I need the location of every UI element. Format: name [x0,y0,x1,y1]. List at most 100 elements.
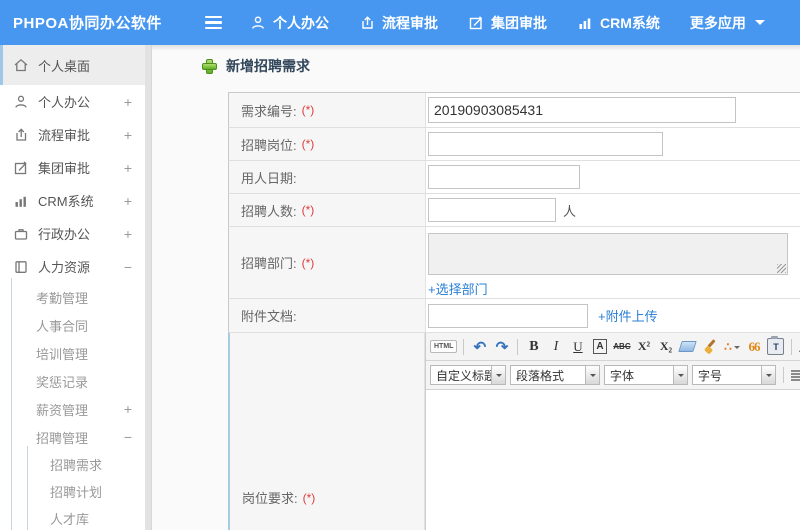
paragraph-format-select[interactable]: 段落格式 [510,365,600,385]
list-style-button[interactable]: ∴ [722,337,741,357]
nav-label: 更多应用 [689,14,746,31]
process-icon [359,15,375,31]
redo-icon[interactable]: ↷ [492,337,511,357]
expand-icon[interactable]: + [124,127,132,143]
app-title: PHPOA协同办公软件 [13,15,162,32]
process-icon [13,127,29,143]
collapse-icon[interactable]: − [124,429,132,445]
sidebar-item-attendance[interactable]: 考勤管理 [0,283,145,311]
home-icon [13,57,29,73]
sidebar-item-label: 个人办公 [38,95,91,110]
collapse-icon[interactable]: − [124,259,132,275]
nav-label: 集团审批 [491,14,547,31]
select-value: 自定义标题 [430,365,492,385]
strikethrough-button[interactable]: ABC [612,337,631,357]
editor-content-area[interactable] [426,390,800,530]
demand-number-input[interactable] [428,97,736,123]
sidebar-item-label: 考勤管理 [36,290,89,306]
sidebar-item-recruit-mgmt[interactable]: 招聘管理 − [0,423,145,451]
superscript-button[interactable]: X² [634,337,653,357]
department-textarea[interactable] [428,233,788,275]
bold-button[interactable]: B [524,337,543,357]
dropdown-button[interactable] [492,365,506,385]
brush-icon [703,339,717,354]
nav-item-personal-office[interactable]: 个人办公 [250,13,329,33]
sidebar-item-admin-office[interactable]: 行政办公 + [0,217,145,250]
undo-icon[interactable]: ↶ [470,337,489,357]
font-size-select[interactable]: 字号 [692,365,776,385]
nav-item-group-approval[interactable]: 集团审批 [468,13,547,33]
expand-icon[interactable]: + [124,94,132,110]
chart-icon [13,193,29,209]
underline-button[interactable]: U [568,337,587,357]
nav-label: 流程审批 [382,14,438,31]
form-row-requirements: 岗位要求: (*) HTML ↶ ↷ B I U A ABC X² X₂ ∴ 6… [228,333,800,530]
sidebar-item-label: 流程审批 [38,128,91,143]
sidebar-item-label: 人才库 [50,512,90,527]
sidebar-item-human-resources[interactable]: 人力资源 − [0,250,145,283]
attachment-input[interactable] [428,303,588,328]
attachment-upload-link[interactable]: +附件上传 [598,306,658,325]
nav-item-crm[interactable]: CRM系统 [577,13,660,33]
sidebar-item-group-approval[interactable]: 集团审批 + [0,151,145,184]
sidebar-item-personal-office[interactable]: 个人办公 + [0,85,145,118]
sidebar-item-training[interactable]: 培训管理 [0,339,145,367]
sidebar-item-recruit-plan[interactable]: 招聘计划 [0,478,145,505]
hamburger-menu-icon[interactable] [205,15,222,30]
sidebar-item-label: 人力资源 [38,260,91,275]
label-text: 用人日期: [241,170,297,186]
hire-date-input[interactable] [428,165,580,189]
sidebar-item-talent-pool[interactable]: 人才库 [0,505,145,530]
sidebar-item-process-approval[interactable]: 流程审批 + [0,118,145,151]
sidebar-item-salary[interactable]: 薪资管理 + [0,395,145,423]
sidebar-item-hr-contract[interactable]: 人事合同 [0,311,145,339]
headcount-input[interactable] [428,198,556,222]
sidebar-item-crm[interactable]: CRM系统 + [0,184,145,217]
editor-toolbar-row1: HTML ↶ ↷ B I U A ABC X² X₂ ∴ 66 T [426,333,800,361]
font-family-select[interactable]: 字体 [604,365,688,385]
caret-down-icon [589,374,596,380]
nav-item-process-approval[interactable]: 流程审批 [359,13,438,33]
expand-icon[interactable]: + [124,401,132,417]
expand-icon[interactable]: + [124,226,132,242]
sidebar-item-label: 人事合同 [36,318,89,334]
position-input[interactable] [428,132,663,156]
dropdown-button[interactable] [762,365,776,385]
form-row-attachment: 附件文档: +附件上传 [228,299,800,333]
sidebar-splitter[interactable] [145,45,152,530]
html-source-button[interactable]: HTML [430,340,458,353]
dots-icon: ∴ [724,339,732,354]
sidebar-item-label: 薪资管理 [36,402,89,418]
font-style-button[interactable]: A [593,339,607,354]
field-label: 用人日期: [229,161,426,193]
expand-icon[interactable]: + [124,160,132,176]
caret-down-icon [733,345,740,352]
blockquote-button[interactable]: 66 [744,337,763,357]
custom-title-select[interactable]: 自定义标题 [430,365,506,385]
form-row-demand-number: 需求编号: (*) [228,93,800,128]
form-row-headcount: 招聘人数: (*) 人 [228,194,800,227]
paste-button[interactable]: T [766,336,785,357]
sidebar-item-recruit-demand[interactable]: 招聘需求 [0,451,145,478]
sidebar-item-label: 集团审批 [38,161,91,176]
label-text: 岗位要求: [242,491,298,506]
field-label: 岗位要求: (*) [228,333,425,530]
nav-item-more-apps[interactable]: 更多应用 [690,13,765,33]
required-mark: (*) [302,490,316,505]
sidebar-item-label: 招聘管理 [36,430,89,446]
select-department-link[interactable]: +选择部门 [428,279,488,298]
page-title: 新增招聘需求 [202,56,310,76]
nav-label: CRM系统 [600,14,660,31]
sidebar-item-personal-desktop[interactable]: 个人桌面 [0,45,145,85]
eraser-button[interactable] [678,337,698,357]
italic-button[interactable]: I [546,337,565,357]
dropdown-button[interactable] [586,365,600,385]
dropdown-button[interactable] [674,365,688,385]
subscript-button[interactable]: X₂ [656,337,675,357]
caret-down-icon [754,20,765,30]
select-value: 字号 [692,365,762,385]
expand-icon[interactable]: + [124,193,132,209]
align-left-icon[interactable] [791,369,800,381]
sidebar-item-rewards[interactable]: 奖惩记录 [0,367,145,395]
format-brush-button[interactable] [700,337,719,357]
